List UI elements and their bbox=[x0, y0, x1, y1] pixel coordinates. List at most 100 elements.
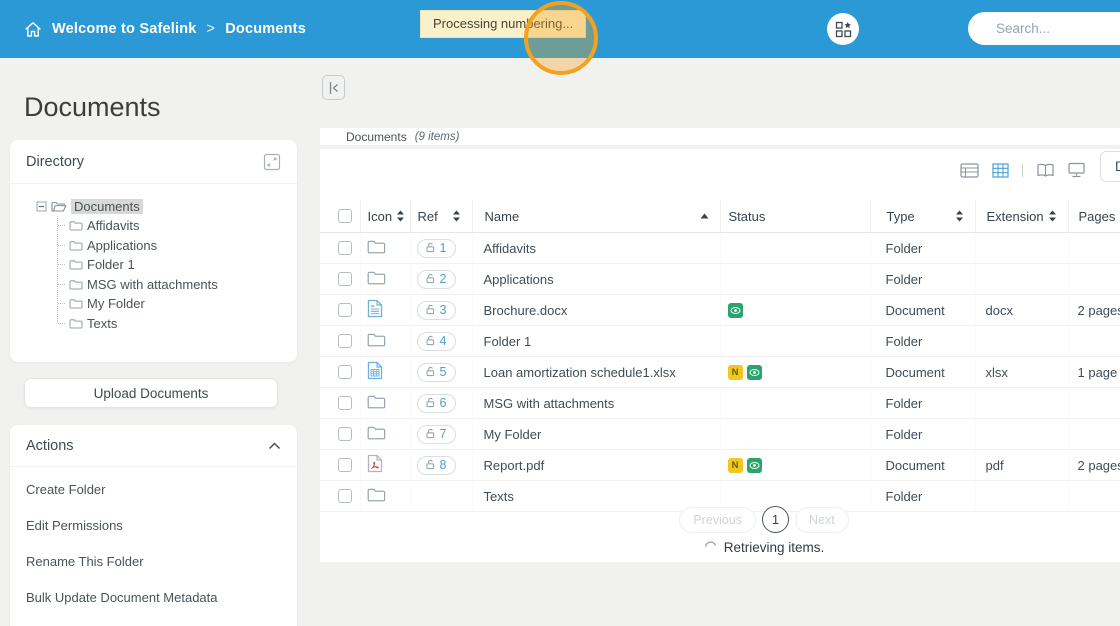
tree-root-documents[interactable]: Documents bbox=[36, 196, 289, 216]
column-header-name[interactable]: Name bbox=[472, 200, 721, 233]
row-checkbox[interactable] bbox=[338, 458, 352, 472]
action-item[interactable]: Edit Permissions bbox=[10, 507, 297, 543]
view-toolbar bbox=[960, 162, 1085, 178]
ref-pill[interactable]: 5 bbox=[416, 362, 457, 382]
action-item[interactable]: Reset Sort Order bbox=[10, 615, 297, 626]
column-header-status[interactable]: Status bbox=[720, 200, 871, 233]
row-checkbox[interactable] bbox=[338, 489, 352, 503]
pagination: Previous 1 Next bbox=[320, 506, 1120, 533]
file-type-icon bbox=[367, 454, 383, 473]
table-row[interactable]: 4 Folder 1 Folder bbox=[320, 325, 1120, 357]
folder-icon bbox=[69, 279, 83, 290]
column-header-type[interactable]: Type bbox=[870, 200, 976, 233]
tree-item-label: Applications bbox=[87, 237, 158, 253]
loading-status: Retrieving items. bbox=[320, 540, 1120, 555]
row-checkbox[interactable] bbox=[338, 334, 352, 348]
row-type: Folder bbox=[870, 232, 976, 264]
ref-number: 4 bbox=[439, 333, 447, 348]
row-pages bbox=[1068, 263, 1120, 295]
ref-number: 1 bbox=[439, 240, 447, 255]
row-name[interactable]: Report.pdf bbox=[484, 458, 545, 473]
chevron-up-icon[interactable] bbox=[268, 442, 281, 450]
table-row[interactable]: 1 Affidavits Folder bbox=[320, 232, 1120, 264]
table-row[interactable]: 6 MSG with attachments Folder bbox=[320, 387, 1120, 419]
folder-icon bbox=[69, 318, 83, 329]
folder-icon bbox=[69, 220, 83, 231]
row-checkbox[interactable] bbox=[338, 427, 352, 441]
documents-table-body: 1 Affidavits Folder 2 Applications Folde… bbox=[320, 232, 1120, 512]
row-name[interactable]: Loan amortization schedule1.xlsx bbox=[484, 365, 676, 380]
file-type-icon bbox=[367, 425, 386, 440]
folder-icon bbox=[69, 240, 83, 251]
row-checkbox[interactable] bbox=[338, 272, 352, 286]
column-header-extension[interactable]: Extension bbox=[975, 200, 1069, 233]
ref-pill[interactable]: 4 bbox=[416, 331, 457, 351]
view-book-icon[interactable] bbox=[1036, 163, 1055, 178]
row-name[interactable]: My Folder bbox=[484, 427, 542, 442]
action-item[interactable]: Create Folder bbox=[10, 471, 297, 507]
ref-pill[interactable]: 8 bbox=[416, 455, 457, 475]
tree-item[interactable]: Texts bbox=[57, 314, 289, 335]
row-name[interactable]: MSG with attachments bbox=[484, 396, 615, 411]
table-row[interactable]: 7 My Folder Folder bbox=[320, 418, 1120, 450]
sort-both-icon bbox=[1048, 210, 1057, 222]
tree-toggle-icon[interactable] bbox=[36, 201, 47, 212]
row-extension bbox=[975, 263, 1069, 295]
column-header-pages[interactable]: Pages bbox=[1068, 200, 1120, 233]
column-header-ref[interactable]: Ref bbox=[410, 200, 473, 233]
tree-item-label: Affidavits bbox=[87, 218, 140, 234]
row-name[interactable]: Folder 1 bbox=[484, 334, 532, 349]
current-page-button[interactable]: 1 bbox=[761, 506, 789, 533]
collapse-sidebar-button[interactable] bbox=[322, 75, 345, 100]
next-page-button[interactable]: Next bbox=[794, 506, 849, 533]
file-type-icon bbox=[367, 239, 386, 254]
folder-open-icon bbox=[51, 200, 67, 212]
view-display-icon[interactable] bbox=[1068, 162, 1085, 178]
previous-page-button[interactable]: Previous bbox=[679, 506, 756, 533]
breadcrumb-home[interactable]: Welcome to Safelink bbox=[52, 21, 197, 37]
row-checkbox[interactable] bbox=[338, 365, 352, 379]
ref-pill[interactable]: 6 bbox=[416, 393, 457, 413]
ref-pill[interactable]: 7 bbox=[416, 424, 457, 444]
search-input[interactable] bbox=[994, 20, 1120, 37]
tree-item[interactable]: MSG with attachments bbox=[58, 275, 289, 295]
tree-item[interactable]: Applications bbox=[58, 236, 289, 256]
sort-both-icon bbox=[955, 210, 964, 222]
home-icon[interactable] bbox=[24, 21, 42, 38]
row-checkbox[interactable] bbox=[338, 396, 352, 410]
ref-pill[interactable]: 1 bbox=[416, 238, 457, 258]
upload-documents-button[interactable]: Upload Documents bbox=[24, 378, 278, 408]
search-box bbox=[968, 12, 1120, 45]
toolbar-cutoff-button[interactable]: D bbox=[1100, 151, 1120, 182]
row-name[interactable]: Brochure.docx bbox=[484, 303, 568, 318]
status-badge-viewed bbox=[746, 457, 762, 473]
table-row[interactable]: 5 Loan amortization schedule1.xlsx N Doc… bbox=[320, 356, 1120, 388]
table-row[interactable]: 8 Report.pdf N Document pdf 2 pages bbox=[320, 449, 1120, 481]
apps-button[interactable] bbox=[827, 13, 859, 45]
ref-pill[interactable]: 3 bbox=[416, 300, 457, 320]
select-all-checkbox[interactable] bbox=[338, 209, 352, 223]
row-name[interactable]: Affidavits bbox=[484, 241, 537, 256]
row-checkbox[interactable] bbox=[338, 241, 352, 255]
row-checkbox[interactable] bbox=[338, 303, 352, 317]
ref-number: 3 bbox=[439, 302, 447, 317]
action-item[interactable]: Bulk Update Document Metadata bbox=[10, 579, 297, 615]
status-badge-new: N bbox=[727, 457, 743, 473]
ref-pill[interactable]: 2 bbox=[416, 269, 457, 289]
row-name[interactable]: Applications bbox=[484, 272, 554, 287]
tree-item[interactable]: Affidavits bbox=[58, 216, 289, 236]
row-name[interactable]: Texts bbox=[484, 489, 514, 504]
tree-item[interactable]: My Folder bbox=[58, 294, 289, 314]
tree-item[interactable]: Folder 1 bbox=[58, 255, 289, 275]
table-row[interactable]: 3 Brochure.docx Document docx 2 pages bbox=[320, 294, 1120, 326]
row-type: Folder bbox=[870, 325, 976, 357]
column-header-icon[interactable]: Icon bbox=[360, 200, 411, 233]
lock-open-icon bbox=[425, 428, 436, 439]
table-row[interactable]: 2 Applications Folder bbox=[320, 263, 1120, 295]
directory-tree: Documents Affidavits Applications Folder… bbox=[10, 184, 297, 335]
view-grid-icon[interactable] bbox=[992, 162, 1009, 178]
breadcrumb-current[interactable]: Documents bbox=[225, 21, 306, 37]
action-item[interactable]: Rename This Folder bbox=[10, 543, 297, 579]
expand-icon[interactable] bbox=[263, 153, 281, 171]
view-list-icon[interactable] bbox=[960, 162, 979, 178]
